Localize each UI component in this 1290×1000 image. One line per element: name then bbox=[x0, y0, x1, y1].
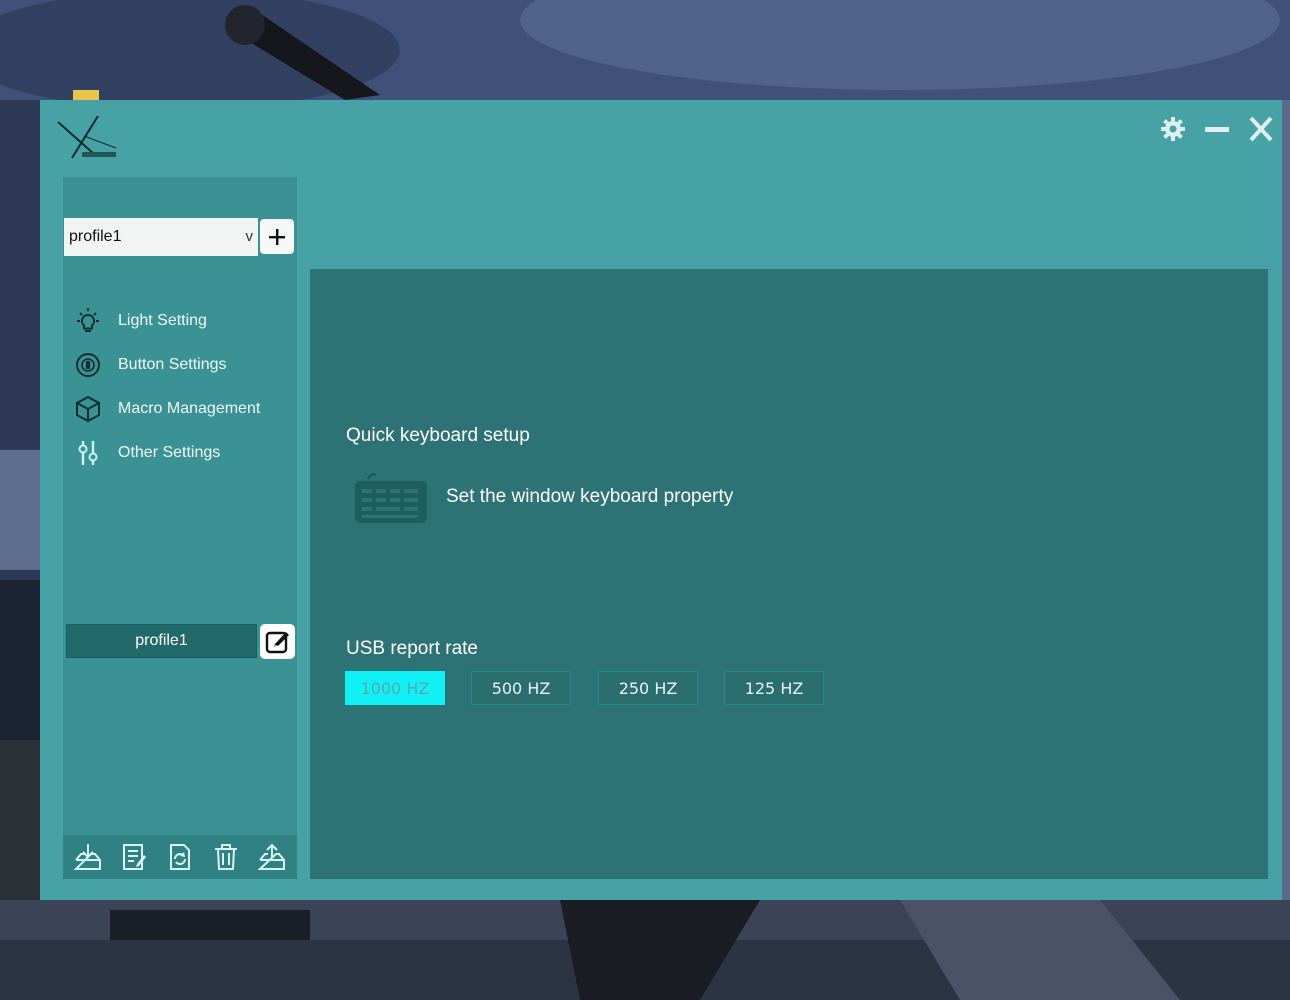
reset-profile-button[interactable] bbox=[164, 841, 196, 873]
main-panel: Quick keyboard setup Set the window keyb… bbox=[310, 269, 1268, 879]
sidebar-item-other-settings[interactable]: Other Settings bbox=[73, 436, 293, 470]
edit-icon bbox=[265, 631, 289, 653]
trash-icon bbox=[215, 844, 237, 870]
settings-gear-button[interactable] bbox=[1158, 114, 1188, 144]
sidebar-item-label: Light Setting bbox=[118, 312, 207, 329]
current-profile-name: profile1 bbox=[66, 624, 257, 658]
close-icon bbox=[1249, 116, 1273, 142]
rate-500hz-button[interactable]: 500 HZ bbox=[471, 671, 571, 705]
reset-icon bbox=[170, 844, 190, 870]
close-button[interactable] bbox=[1246, 114, 1276, 144]
lightbulb-icon bbox=[73, 306, 103, 336]
rate-125hz-button[interactable]: 125 HZ bbox=[724, 671, 824, 705]
wallpaper-right bbox=[1282, 100, 1290, 900]
export-icon bbox=[257, 843, 285, 870]
chevron-down-icon: v bbox=[245, 228, 254, 245]
export-profile-button[interactable] bbox=[256, 841, 288, 873]
wallpaper-bottom bbox=[0, 900, 1290, 1000]
quick-setup-title: Quick keyboard setup bbox=[346, 425, 530, 446]
brand-logo bbox=[54, 114, 118, 164]
profile-toolbar bbox=[63, 835, 297, 879]
rate-250hz-button[interactable]: 250 HZ bbox=[598, 671, 698, 705]
rate-1000hz-button[interactable]: 1000 HZ bbox=[345, 671, 445, 705]
profile-document-button[interactable] bbox=[118, 841, 150, 873]
import-profile-button[interactable] bbox=[72, 841, 104, 873]
plus-icon bbox=[269, 228, 285, 245]
button-settings-icon bbox=[73, 350, 103, 380]
sidebar-item-macro-management[interactable]: Macro Management bbox=[73, 392, 293, 426]
wallpaper-left bbox=[0, 100, 40, 900]
document-icon bbox=[123, 844, 146, 870]
keyboard-property-label: Set the window keyboard property bbox=[446, 486, 734, 507]
sidebar-item-label: Macro Management bbox=[118, 400, 261, 417]
keyboard-icon bbox=[355, 473, 427, 523]
minimize-button[interactable] bbox=[1202, 114, 1232, 144]
delete-profile-button[interactable] bbox=[210, 841, 242, 873]
wallpaper-top bbox=[0, 0, 1290, 100]
edit-profile-button[interactable] bbox=[260, 624, 295, 659]
profile-dropdown[interactable]: profile1 v bbox=[64, 218, 258, 256]
minimize-icon bbox=[1205, 127, 1229, 132]
usb-rate-title: USB report rate bbox=[346, 638, 478, 659]
sidebar: profile1 v Light Setting Button Settings… bbox=[63, 177, 297, 879]
sidebar-item-label: Button Settings bbox=[118, 356, 227, 373]
keyboard-property-button[interactable]: Set the window keyboard property bbox=[354, 469, 733, 525]
import-icon bbox=[73, 844, 101, 870]
sidebar-item-button-settings[interactable]: Button Settings bbox=[73, 348, 293, 382]
cube-icon bbox=[73, 394, 103, 424]
app-window: profile1 v Light Setting Button Settings… bbox=[40, 100, 1282, 900]
gear-icon bbox=[1161, 117, 1185, 141]
sliders-icon bbox=[73, 438, 103, 468]
add-profile-button[interactable] bbox=[260, 219, 294, 254]
sidebar-item-light-setting[interactable]: Light Setting bbox=[73, 304, 293, 338]
sidebar-item-label: Other Settings bbox=[118, 444, 221, 461]
profile-dropdown-value: profile1 bbox=[69, 228, 122, 245]
